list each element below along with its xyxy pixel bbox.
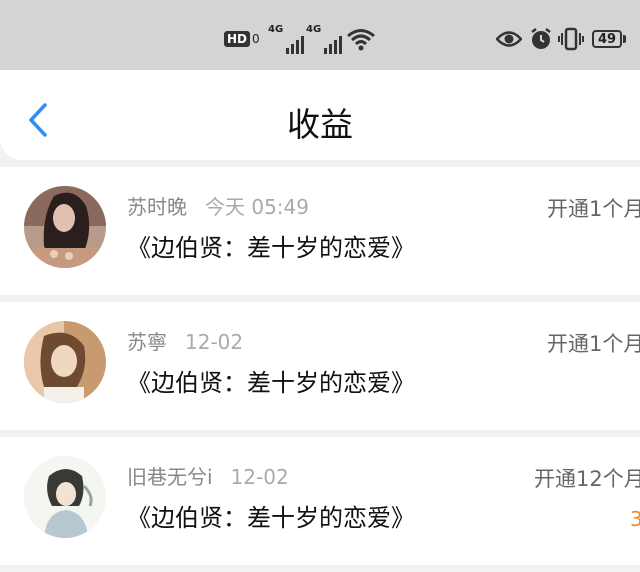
book-title: 《边伯贤：差十岁的恋爱》 <box>127 504 415 532</box>
status-bar: HD 0 4G 4G 49 <box>0 0 640 70</box>
app-header: 收益 <box>0 70 640 160</box>
book-title: 《边伯贤：差十岁的恋爱》 <box>127 369 415 397</box>
user-name: 苏时晚 <box>127 195 187 219</box>
earning-amount: 3 <box>630 507 640 531</box>
user-info: 旧巷无兮i 12-02 <box>127 461 289 490</box>
wifi-icon <box>346 24 376 54</box>
hd-sub-label: 0 <box>252 32 260 46</box>
list-item[interactable]: 苏时晚 今天 05:49 《边伯贤：差十岁的恋爱》 开通1个月 <box>0 167 640 295</box>
list-item[interactable]: 旧巷无兮i 12-02 《边伯贤：差十岁的恋爱》 开通12个月 3 <box>0 437 640 565</box>
user-info: 苏时晚 今天 05:49 <box>127 191 309 220</box>
subscription-label: 开通1个月 <box>547 197 640 221</box>
vibrate-icon <box>557 24 585 54</box>
earnings-list: 苏时晚 今天 05:49 《边伯贤：差十岁的恋爱》 开通1个月 苏寧 12-02 《… <box>0 167 640 572</box>
avatar <box>24 456 106 538</box>
alarm-icon <box>529 24 553 54</box>
user-info: 苏寧 12-02 <box>127 326 243 355</box>
page-title: 收益 <box>287 105 353 144</box>
user-name: 旧巷无兮i <box>127 465 213 489</box>
eye-icon <box>496 24 522 54</box>
avatar <box>24 186 106 268</box>
subscription-label: 开通1个月 <box>547 332 640 356</box>
date: 12-02 <box>185 330 244 354</box>
hd-label: HD <box>224 31 251 47</box>
list-item[interactable]: 苏寧 12-02 《边伯贤：差十岁的恋爱》 开通1个月 <box>0 302 640 430</box>
book-title: 《边伯贤：差十岁的恋爱》 <box>127 234 415 262</box>
network-type-label: 4G <box>268 24 284 35</box>
network-type-label: 4G <box>306 24 322 35</box>
hd-icon: HD 0 <box>224 24 260 54</box>
battery-icon: 49 <box>592 24 626 54</box>
signal-icon: 4G <box>268 24 305 54</box>
battery-level: 49 <box>597 31 617 47</box>
date: 今天 05:49 <box>205 195 309 219</box>
avatar <box>24 321 106 403</box>
subscription-label: 开通12个月 <box>534 467 640 491</box>
signal-icon: 4G <box>306 24 343 54</box>
date: 12-02 <box>230 465 289 489</box>
user-name: 苏寧 <box>127 330 167 354</box>
